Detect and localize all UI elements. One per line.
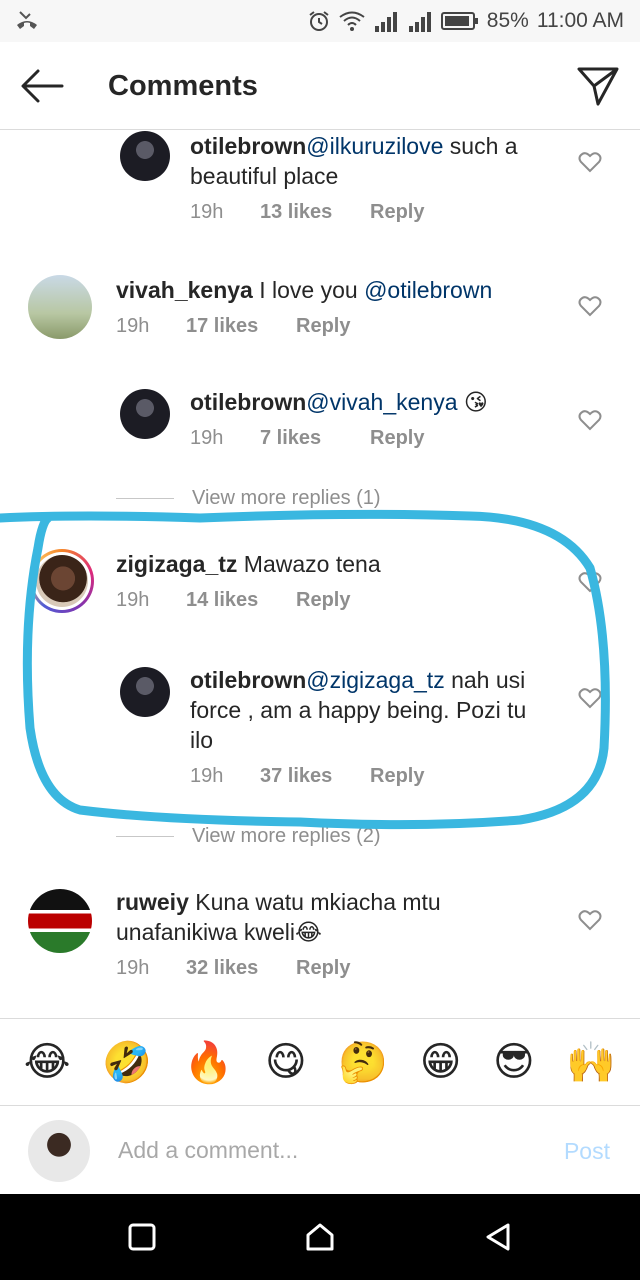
avatar[interactable]: [120, 131, 170, 181]
likes-count[interactable]: 7 likes: [260, 427, 370, 450]
comment-text: otilebrown@ilkuruzilove such a beautiful…: [190, 133, 518, 189]
avatar[interactable]: [120, 667, 170, 717]
comments-list[interactable]: otilebrown@ilkuruzilove such a beautiful…: [0, 131, 640, 1018]
divider: [116, 836, 174, 837]
comment-meta: 19h 14 likes Reply: [116, 589, 350, 612]
comment-text: ruweiy Kuna watu mkiacha mtu unafanikiwa…: [116, 889, 441, 945]
status-icons: 85% 11:00 AM: [307, 7, 624, 35]
heart-icon[interactable]: [578, 409, 602, 431]
comment-username[interactable]: zigizaga_tz: [116, 551, 237, 577]
battery-percent: 85%: [486, 9, 529, 32]
avatar[interactable]: [120, 389, 170, 439]
view-more-replies[interactable]: View more replies (1): [116, 487, 381, 510]
comment-time: 19h: [116, 315, 150, 337]
reply-button[interactable]: Reply: [370, 427, 424, 450]
avatar-story-ring[interactable]: [30, 549, 94, 613]
emoji-button[interactable]: 🔥: [184, 1039, 234, 1086]
emoji-button[interactable]: 😂: [24, 1039, 71, 1085]
heart-icon[interactable]: [578, 571, 602, 593]
likes-count[interactable]: 17 likes: [186, 315, 296, 338]
heart-icon[interactable]: [578, 909, 602, 931]
emoji-button[interactable]: 🤔: [338, 1039, 388, 1086]
paper-plane-icon[interactable]: [576, 64, 620, 108]
reply-button[interactable]: Reply: [370, 201, 424, 224]
emoji-button[interactable]: 😎: [493, 1039, 535, 1085]
view-more-replies[interactable]: View more replies (2): [116, 825, 381, 848]
comment-meta: 19h 32 likes Reply: [116, 957, 350, 980]
comment-meta: 19h 13 likes Reply: [190, 201, 424, 224]
comment-meta: 19h 7 likes Reply: [190, 427, 424, 450]
back-nav-icon[interactable]: [482, 1221, 514, 1253]
comment-input-bar: Post: [0, 1106, 640, 1194]
wifi-icon: [339, 11, 365, 31]
mention-link[interactable]: @zigizaga_tz: [306, 667, 444, 693]
missed-call-icon: [17, 11, 37, 29]
arrow-left-icon[interactable]: [18, 64, 66, 108]
comment-username[interactable]: otilebrown: [190, 667, 306, 693]
comment-meta: 19h 37 likes Reply: [190, 765, 424, 788]
comment-text: otilebrown@vivah_kenya 😘: [190, 389, 488, 415]
likes-count[interactable]: 32 likes: [186, 957, 296, 980]
emoji-quick-bar: 😂 🤣 🔥 😋 🤔 😁 😎 🙌: [0, 1018, 640, 1106]
mention-link[interactable]: @otilebrown: [364, 277, 492, 303]
comment-text: otilebrown@zigizaga_tz nah usi force , a…: [190, 667, 527, 753]
page-title: Comments: [108, 70, 258, 102]
signal-icon: [408, 12, 431, 32]
comment-username[interactable]: otilebrown: [190, 389, 306, 415]
reply-button[interactable]: Reply: [296, 957, 350, 980]
likes-count[interactable]: 37 likes: [260, 765, 370, 788]
status-bar: 85% 11:00 AM: [0, 0, 640, 42]
reply-button[interactable]: Reply: [370, 765, 424, 788]
clock: 11:00 AM: [536, 9, 624, 32]
comment-time: 19h: [190, 765, 224, 787]
comment-time: 19h: [190, 427, 224, 449]
avatar: [36, 555, 88, 607]
emoji-button[interactable]: 😋: [265, 1039, 307, 1085]
reply-button[interactable]: Reply: [296, 315, 350, 338]
home-icon[interactable]: [304, 1221, 336, 1253]
likes-count[interactable]: 13 likes: [260, 201, 370, 224]
divider: [116, 498, 174, 499]
emoji-button[interactable]: 😁: [420, 1039, 462, 1085]
alarm-icon: [309, 11, 329, 31]
mention-link[interactable]: @vivah_kenya: [306, 389, 457, 415]
avatar[interactable]: [28, 275, 92, 339]
comment-text: vivah_kenya I love you @otilebrown: [116, 277, 493, 303]
mention-link[interactable]: @ilkuruzilove: [306, 133, 443, 159]
signal-icon: [374, 12, 397, 32]
comment-username[interactable]: vivah_kenya: [116, 277, 253, 303]
heart-icon[interactable]: [578, 295, 602, 317]
avatar[interactable]: [28, 889, 92, 953]
battery-icon: [440, 12, 478, 30]
comment-username[interactable]: otilebrown: [190, 133, 306, 159]
comment-time: 19h: [190, 201, 224, 223]
post-button[interactable]: Post: [564, 1138, 610, 1165]
comment-time: 19h: [116, 589, 150, 611]
user-avatar: [28, 1120, 90, 1182]
heart-icon[interactable]: [578, 151, 602, 173]
comment-text: zigizaga_tz Mawazo tena: [116, 551, 381, 577]
reply-button[interactable]: Reply: [296, 589, 350, 612]
likes-count[interactable]: 14 likes: [186, 589, 296, 612]
comment-input[interactable]: [118, 1128, 538, 1172]
emoji-button[interactable]: 🤣: [102, 1039, 152, 1086]
comment-time: 19h: [116, 957, 150, 979]
emoji-button[interactable]: 🙌: [566, 1039, 616, 1086]
recents-icon[interactable]: [126, 1221, 158, 1253]
comment-meta: 19h 17 likes Reply: [116, 315, 350, 338]
navigation-bar: [0, 1194, 640, 1280]
header: Comments: [0, 42, 640, 130]
heart-icon[interactable]: [578, 687, 602, 709]
comment-username[interactable]: ruweiy: [116, 889, 189, 915]
